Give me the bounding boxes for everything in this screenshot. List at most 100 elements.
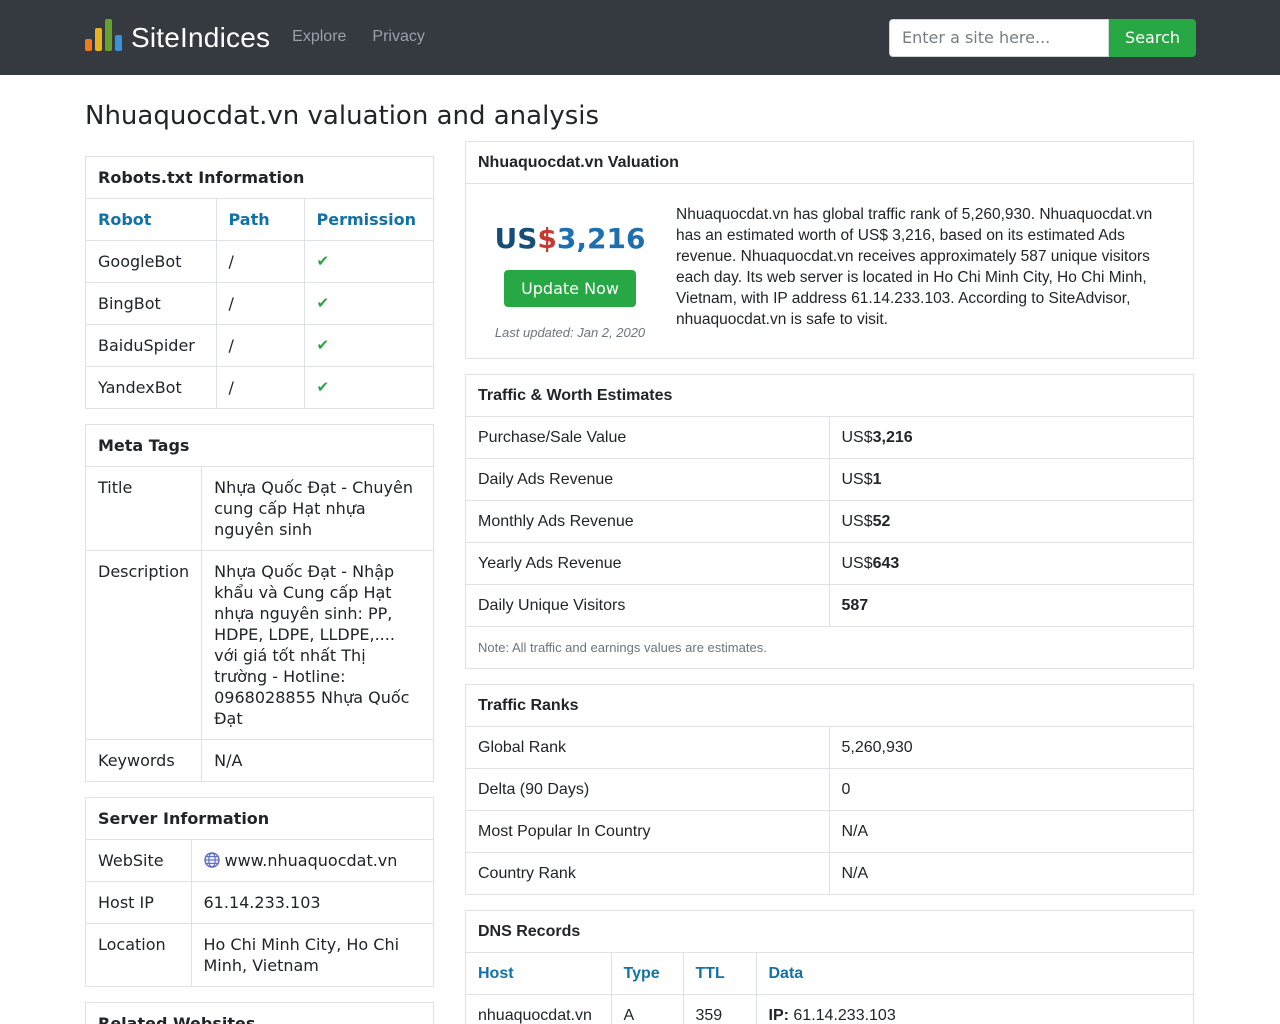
table-row: Monthly Ads Revenue US$52	[466, 500, 1193, 543]
dns-ttl: 359	[682, 994, 756, 1024]
related-websites-card: Related Websites Site Rank hanoiplastic.…	[85, 1002, 434, 1024]
metric-number: 643	[872, 555, 900, 572]
brand-name: SiteIndices	[131, 21, 271, 53]
meta-keywords-value: N/A	[201, 739, 433, 781]
search-input[interactable]	[889, 18, 1110, 57]
currency-prefix: US$	[841, 513, 873, 530]
traffic-ranks-card: Traffic Ranks Global Rank 5,260,930 Delt…	[465, 684, 1194, 895]
dns-col-host: Host	[478, 965, 514, 982]
website-cell: www.nhuaquocdat.vn	[190, 840, 433, 882]
metric-label: Daily Unique Visitors	[466, 584, 829, 626]
table-row: Yearly Ads Revenue US$643	[466, 542, 1193, 585]
estimates-note: Note: All traffic and earnings values ar…	[466, 626, 1193, 668]
metric-value: US$1	[828, 458, 1193, 501]
location-value: Ho Chi Minh City, Ho Chi Minh, Vietnam	[190, 923, 433, 986]
nav-link-privacy[interactable]: Privacy	[372, 28, 424, 46]
server-label: WebSite	[98, 851, 164, 870]
robot-path: /	[215, 240, 304, 283]
server-info-card: Server Information WebSite www.nhuaquocd…	[85, 797, 434, 987]
price-amount: 3,216	[556, 222, 646, 255]
server-info-table: WebSite www.nhuaquocdat.vn Host IP 61.14…	[86, 840, 433, 986]
meta-description-value: Nhựa Quốc Đạt - Nhập khẩu và Cung cấp Hạ…	[201, 550, 433, 740]
robot-name: GoogleBot	[86, 240, 216, 283]
site-search: Search	[889, 18, 1196, 57]
search-button[interactable]: Search	[1109, 18, 1196, 57]
table-row: nhuaquocdat.vn A 359 IP: 61.14.233.103	[466, 994, 1193, 1024]
page-title: Nhuaquocdat.vn valuation and analysis	[85, 101, 600, 131]
meta-label: Keywords	[86, 739, 202, 781]
metric-label: Yearly Ads Revenue	[466, 542, 829, 585]
robots-col-path: Path	[215, 199, 304, 241]
meta-label: Description	[86, 550, 202, 740]
meta-tags-card-title: Meta Tags	[86, 425, 433, 467]
robot-name: YandexBot	[86, 366, 216, 408]
robot-name: BingBot	[86, 282, 216, 325]
metric-value: US$643	[828, 542, 1193, 585]
server-label: Location	[86, 923, 191, 986]
traffic-worth-table: Purchase/Sale Value US$3,216 Daily Ads R…	[466, 417, 1193, 626]
rank-label: Most Popular In Country	[466, 810, 829, 853]
check-icon: ✔	[303, 324, 433, 367]
currency-prefix: US$	[841, 429, 873, 446]
price-currency: US	[494, 222, 538, 255]
rank-value: 5,260,930	[828, 727, 1193, 769]
check-icon: ✔	[303, 240, 433, 283]
dns-col-data: Data	[755, 953, 1193, 995]
valuation-price: US$3,216	[490, 222, 650, 255]
metric-label: Daily Ads Revenue	[466, 458, 829, 501]
dns-records-card-title: DNS Records	[466, 911, 1193, 953]
robot-path: /	[215, 282, 304, 325]
table-row: YandexBot / ✔	[86, 366, 433, 408]
dns-records-table: Host Type TTL Data nhuaquocdat.vn A 359 …	[466, 953, 1193, 1024]
table-row: Location Ho Chi Minh City, Ho Chi Minh, …	[86, 923, 433, 986]
server-label: Host IP	[86, 881, 191, 924]
meta-title-value: Nhựa Quốc Đạt - Chuyên cung cấp Hạt nhựa…	[201, 467, 433, 551]
robot-name: BaiduSpider	[86, 324, 216, 367]
metric-label: Purchase/Sale Value	[478, 429, 627, 446]
table-row: Daily Ads Revenue US$1	[466, 458, 1193, 501]
top-navbar: SiteIndices Explore Privacy Search	[0, 0, 1280, 75]
table-row: Daily Unique Visitors 587	[466, 584, 1193, 626]
table-row: Keywords N/A	[86, 739, 433, 781]
website-url[interactable]: www.nhuaquocdat.vn	[225, 851, 398, 870]
table-row: GoogleBot / ✔	[86, 240, 433, 283]
metric-number: 587	[841, 597, 869, 614]
metric-number: 1	[872, 471, 882, 488]
metric-value: 587	[828, 584, 1193, 626]
meta-label: Title	[98, 478, 133, 497]
dns-col-type: Type	[610, 953, 683, 995]
last-updated-text: Last updated: Jan 2, 2020	[494, 325, 646, 340]
table-row: WebSite www.nhuaquocdat.vn	[86, 840, 433, 882]
robot-path: /	[215, 324, 304, 367]
valuation-card: Nhuaquocdat.vn Valuation US$3,216 Update…	[465, 141, 1194, 359]
rank-value: N/A	[828, 810, 1193, 853]
rank-label: Global Rank	[478, 739, 567, 756]
meta-tags-table: Title Nhựa Quốc Đạt - Chuyên cung cấp Hạ…	[86, 467, 433, 781]
table-row: Delta (90 Days) 0	[466, 768, 1193, 811]
nav-link-explore[interactable]: Explore	[292, 28, 346, 46]
bar-chart-logo-icon	[85, 18, 122, 54]
check-icon: ✔	[303, 366, 433, 408]
top-nav: Explore Privacy	[292, 28, 425, 47]
update-now-button[interactable]: Update Now	[504, 270, 636, 307]
table-row: Purchase/Sale Value US$3,216	[466, 417, 1193, 459]
dns-data-value: 61.14.233.103	[793, 1007, 896, 1024]
rank-label: Delta (90 Days)	[466, 768, 829, 811]
table-row: Most Popular In Country N/A	[466, 810, 1193, 853]
traffic-ranks-card-title: Traffic Ranks	[466, 685, 1193, 727]
table-row: Global Rank 5,260,930	[466, 727, 1193, 769]
globe-icon	[203, 852, 220, 868]
brand-logo[interactable]: SiteIndices	[85, 18, 271, 54]
metric-number: 52	[872, 513, 891, 530]
host-ip-value: 61.14.233.103	[190, 881, 433, 924]
metric-value: US$52	[828, 500, 1193, 543]
valuation-description: Nhuaquocdat.vn has global traffic rank o…	[676, 206, 1153, 328]
rank-value: 0	[828, 768, 1193, 811]
robots-card-title: Robots.txt Information	[86, 157, 433, 199]
meta-tags-card: Meta Tags Title Nhựa Quốc Đạt - Chuyên c…	[85, 424, 434, 782]
robots-table: Robot Path Permission GoogleBot / ✔ Bing…	[86, 199, 433, 408]
metric-label: Monthly Ads Revenue	[466, 500, 829, 543]
valuation-card-title: Nhuaquocdat.vn Valuation	[466, 142, 1193, 184]
table-row: Country Rank N/A	[466, 852, 1193, 894]
table-row: BingBot / ✔	[86, 282, 433, 325]
